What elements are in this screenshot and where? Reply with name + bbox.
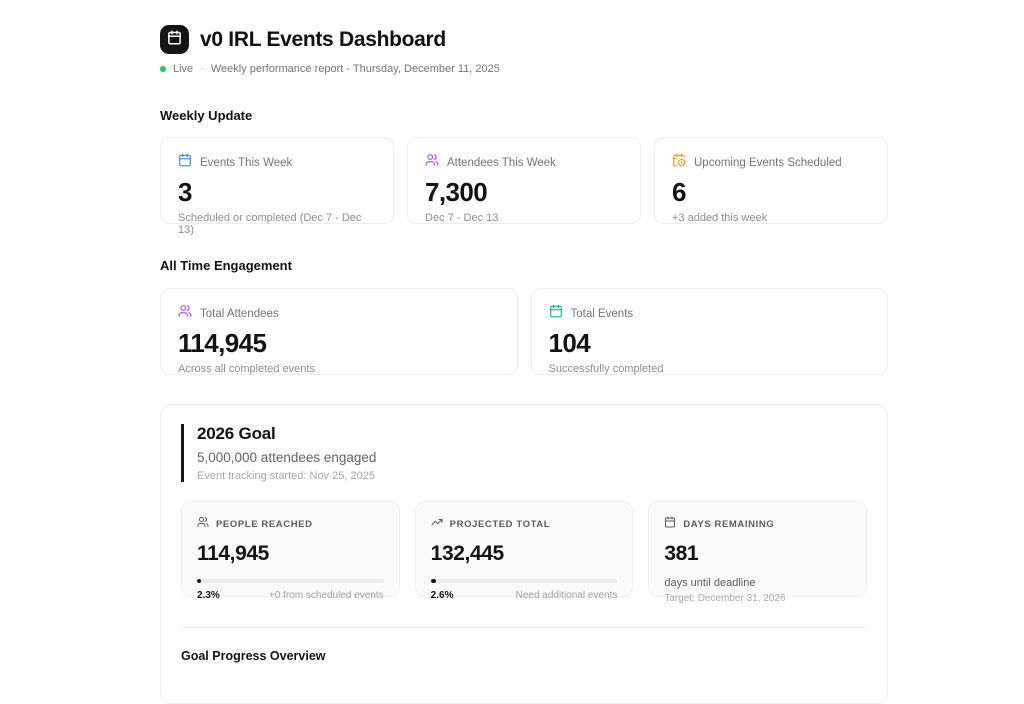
header: v0 IRL Events Dashboard xyxy=(160,25,888,54)
calendar-clock-icon xyxy=(672,153,686,172)
metric-target: Target: December 31, 2026 xyxy=(664,593,851,604)
calendar-icon xyxy=(178,153,192,172)
metric-value: 381 xyxy=(664,542,851,566)
card-value: 6 xyxy=(672,177,870,208)
people-reached-card: PEOPLE REACHED 114,945 2.3% +0 from sche… xyxy=(181,501,400,597)
weekly-update-heading: Weekly Update xyxy=(160,108,888,123)
goal-progress-heading: Goal Progress Overview xyxy=(181,649,867,663)
card-value: 7,300 xyxy=(425,177,623,208)
all-time-cards-row: Total Attendees 114,945 Across all compl… xyxy=(160,288,888,375)
upcoming-events-card: Upcoming Events Scheduled 6 +3 added thi… xyxy=(654,137,888,224)
progress-bar xyxy=(197,579,384,583)
goal-metrics-row: PEOPLE REACHED 114,945 2.3% +0 from sche… xyxy=(181,501,867,597)
progress-bar xyxy=(431,579,618,583)
metric-percent: 2.6% xyxy=(431,590,454,601)
metric-note: Need additional events xyxy=(516,590,618,601)
metric-label: PEOPLE REACHED xyxy=(216,519,313,530)
report-subtitle: Weekly performance report - Thursday, De… xyxy=(211,63,500,75)
card-label: Events This Week xyxy=(200,157,292,169)
total-attendees-card: Total Attendees 114,945 Across all compl… xyxy=(160,288,518,375)
card-label: Attendees This Week xyxy=(447,157,556,169)
metric-label: DAYS REMAINING xyxy=(683,519,774,530)
goal-header: 2026 Goal 5,000,000 attendees engaged Ev… xyxy=(181,424,867,482)
days-remaining-card: DAYS REMAINING 381 days until deadline T… xyxy=(648,501,867,597)
card-subtext: Successfully completed xyxy=(549,363,871,375)
card-label: Upcoming Events Scheduled xyxy=(694,157,842,169)
projected-total-card: PROJECTED TOTAL 132,445 2.6% Need additi… xyxy=(415,501,634,597)
calendar-icon xyxy=(167,30,182,50)
metric-percent: 2.3% xyxy=(197,590,220,601)
live-status-label: Live xyxy=(173,63,193,75)
calendar-icon xyxy=(549,304,563,323)
goal-tracking-note: Event tracking started: Nov 25, 2025 xyxy=(197,470,867,482)
attendees-this-week-card: Attendees This Week 7,300 Dec 7 - Dec 13 xyxy=(407,137,641,224)
goal-title: 2026 Goal xyxy=(197,424,867,444)
header-subtitle-row: Live · Weekly performance report - Thurs… xyxy=(160,63,888,75)
users-icon xyxy=(178,304,192,323)
card-value: 104 xyxy=(549,328,871,359)
card-value: 3 xyxy=(178,177,376,208)
metric-note: +0 from scheduled events xyxy=(269,590,384,601)
app-logo xyxy=(160,25,189,54)
users-icon xyxy=(425,153,439,172)
goal-divider xyxy=(181,627,867,628)
card-label: Total Events xyxy=(571,308,634,320)
goal-card: 2026 Goal 5,000,000 attendees engaged Ev… xyxy=(160,404,888,704)
card-subtext: Scheduled or completed (Dec 7 - Dec 13) xyxy=(178,212,376,236)
progress-fill xyxy=(197,579,201,583)
total-events-card: Total Events 104 Successfully completed xyxy=(531,288,889,375)
goal-subtitle: 5,000,000 attendees engaged xyxy=(197,450,867,465)
metric-value: 132,445 xyxy=(431,542,618,566)
card-value: 114,945 xyxy=(178,328,500,359)
events-this-week-card: Events This Week 3 Scheduled or complete… xyxy=(160,137,394,224)
progress-fill xyxy=(431,579,436,583)
subtitle-separator: · xyxy=(200,63,204,75)
weekly-cards-row: Events This Week 3 Scheduled or complete… xyxy=(160,137,888,224)
users-icon xyxy=(197,515,209,533)
metric-subtext: days until deadline xyxy=(664,577,851,589)
page-title: v0 IRL Events Dashboard xyxy=(200,28,446,52)
card-subtext: Across all completed events xyxy=(178,363,500,375)
dashboard-page: v0 IRL Events Dashboard Live · Weekly pe… xyxy=(160,0,888,704)
calendar-icon xyxy=(664,515,676,533)
trending-up-icon xyxy=(431,515,443,533)
card-subtext: Dec 7 - Dec 13 xyxy=(425,212,623,224)
all-time-heading: All Time Engagement xyxy=(160,258,888,273)
card-subtext: +3 added this week xyxy=(672,212,870,224)
metric-value: 114,945 xyxy=(197,542,384,566)
metric-label: PROJECTED TOTAL xyxy=(450,519,551,530)
live-status-dot xyxy=(160,66,166,72)
card-label: Total Attendees xyxy=(200,308,279,320)
